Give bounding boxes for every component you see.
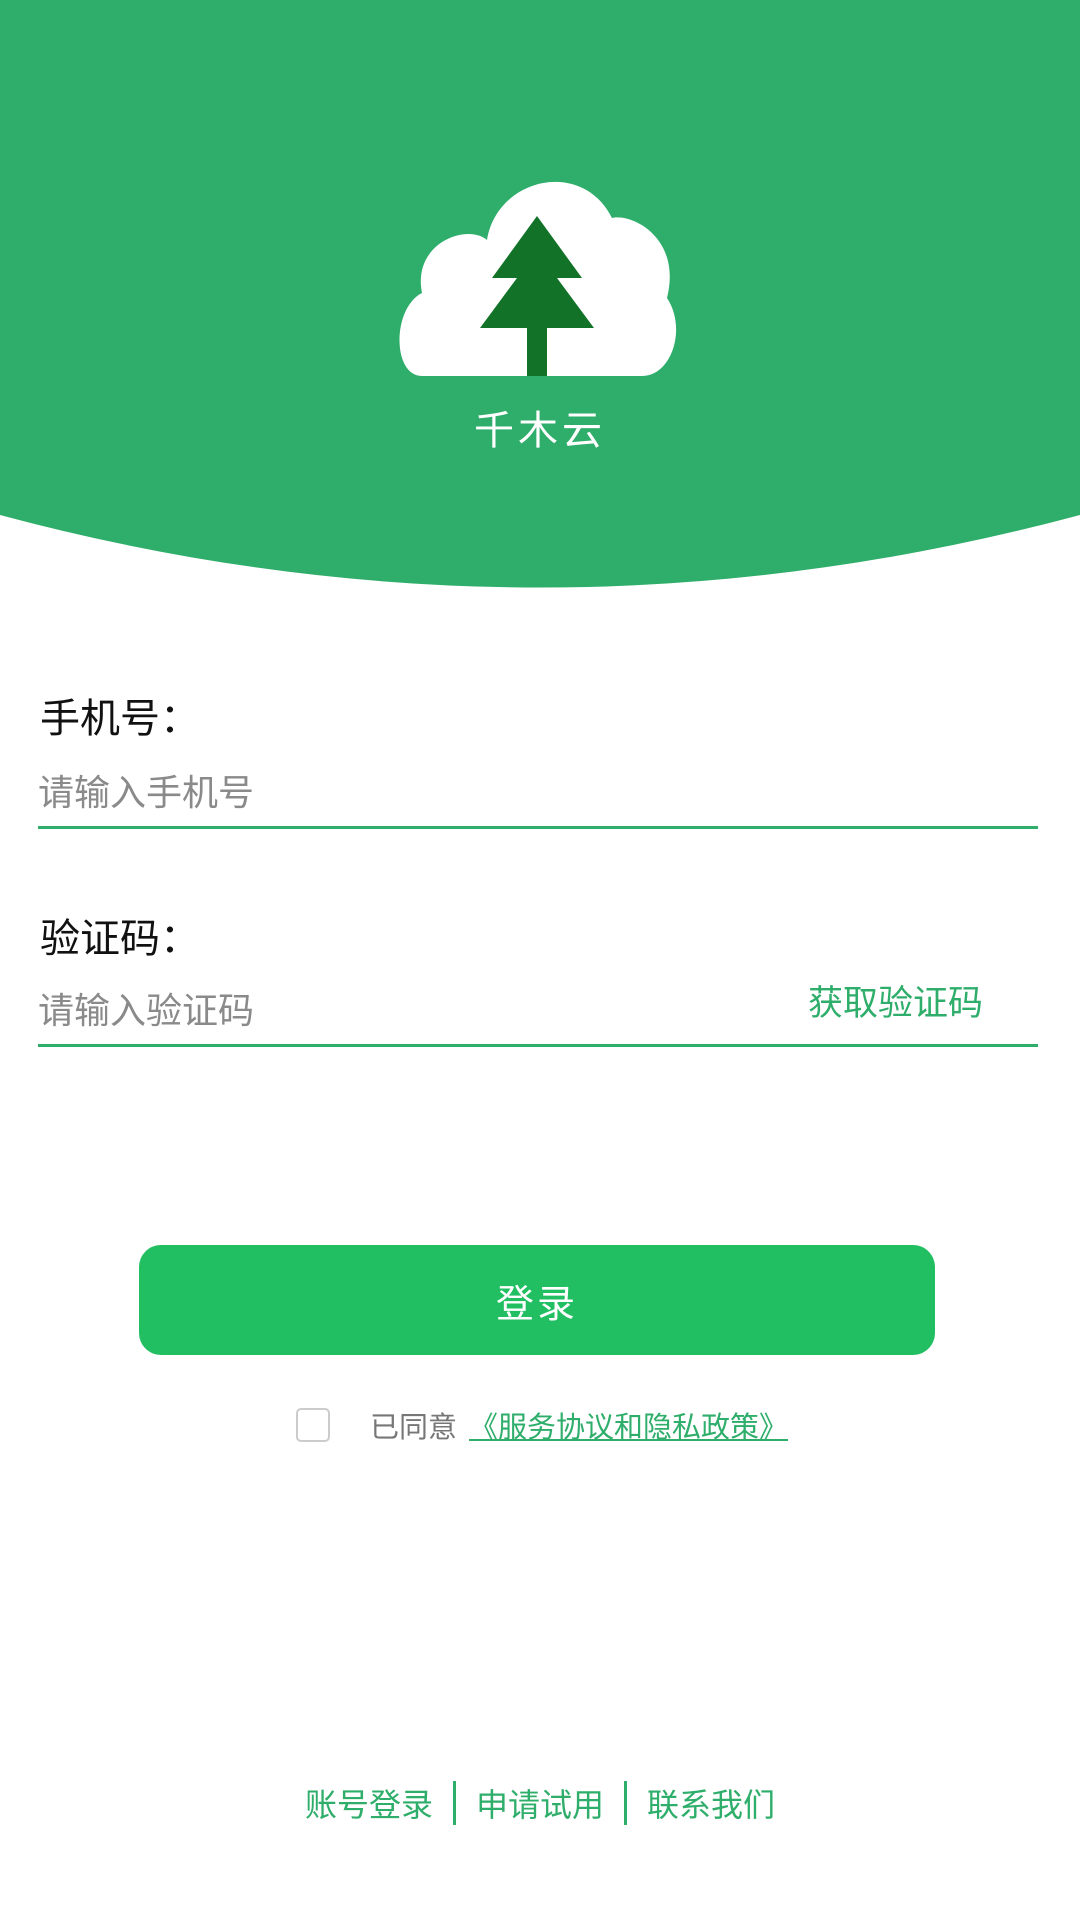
login-button[interactable]: 登录: [139, 1245, 935, 1355]
apply-trial-link[interactable]: 申请试用: [456, 1780, 624, 1826]
phone-input[interactable]: [38, 758, 1038, 828]
agreement-row: 已同意 《服务协议和隐私政策》: [296, 1405, 788, 1445]
get-code-button[interactable]: 获取验证码: [808, 975, 983, 1026]
footer-links: 账号登录 申请试用 联系我们: [0, 1780, 1080, 1826]
app-name: 千木云: [474, 408, 606, 454]
agreement-checkbox[interactable]: [296, 1408, 330, 1442]
code-underline: [38, 1044, 1038, 1047]
tree-cloud-logo-icon: [399, 181, 677, 376]
login-page: 千木云 手机号： 验证码： 获取验证码 登录 已同意 《服务协议和隐私政策》 账…: [0, 0, 1080, 1920]
agreement-text: 已同意: [370, 1410, 458, 1444]
phone-label: 手机号：: [40, 696, 200, 742]
contact-us-link[interactable]: 联系我们: [627, 1780, 795, 1826]
code-label: 验证码：: [40, 916, 200, 962]
agreement-link[interactable]: 《服务协议和隐私政策》: [469, 1404, 788, 1446]
code-input[interactable]: [38, 976, 778, 1046]
account-login-link[interactable]: 账号登录: [285, 1780, 453, 1826]
header-banner: 千木云: [0, 0, 1080, 600]
phone-underline: [38, 826, 1038, 829]
